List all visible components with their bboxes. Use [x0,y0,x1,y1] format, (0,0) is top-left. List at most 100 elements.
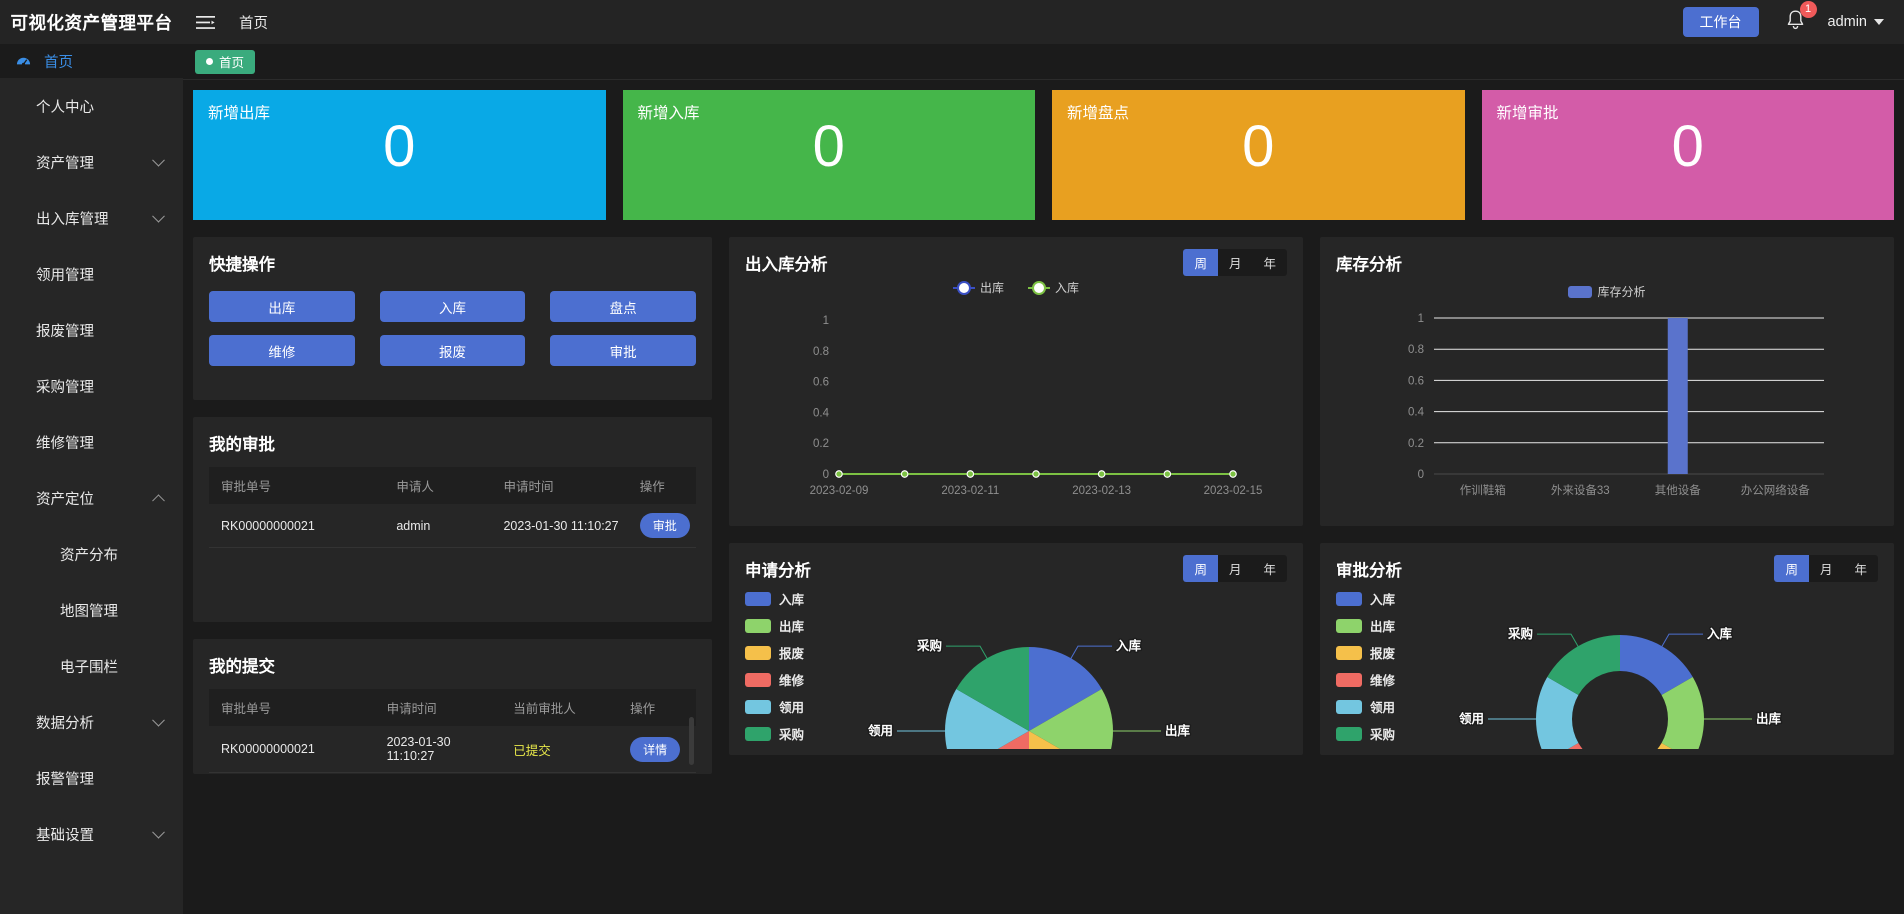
quick-action-stocktake[interactable]: 盘点 [550,291,696,322]
range-week[interactable]: 周 [1774,555,1809,582]
sidebar-item-label: 首页 [44,54,73,71]
stat-cards: 新增出库 0 新增入库 0 新增盘点 0 新增审批 0 [193,90,1894,220]
range-week[interactable]: 周 [1183,249,1218,276]
legend-label: 入库 [779,593,805,607]
col-apply-time: 申请时间 [491,467,628,504]
sidebar-item-alarm-management[interactable]: 报警管理 [0,750,183,806]
dashboard-scroll-area[interactable]: 新增出库 0 新增入库 0 新增盘点 0 新增审批 0 快捷操作 出库 入库 盘… [183,80,1904,914]
legend-item[interactable]: 入库 [1336,589,1395,608]
quick-action-scrap[interactable]: 报废 [379,335,526,366]
my-submissions-table: 审批单号 申请时间 当前审批人 操作 RK00000000021 2023-01… [209,689,696,774]
legend-item[interactable]: 入库 [1028,279,1079,296]
quick-action-approve[interactable]: 审批 [550,335,696,366]
range-month[interactable]: 月 [1218,249,1253,276]
col-applicant: 申请人 [384,467,492,504]
legend-swatch [1336,672,1362,687]
legend-item[interactable]: 采购 [1336,724,1395,743]
table-row[interactable]: RK00000000021 admin 2023-01-30 11:10:27 … [209,504,696,548]
table-scrollbar[interactable] [689,717,694,765]
legend-label: 领用 [1370,701,1396,715]
legend-item[interactable]: 入库 [745,589,804,608]
legend-item[interactable]: 维修 [1336,670,1395,689]
sidebar-item-asset-distribution[interactable]: 资产分布 [0,526,183,582]
chart-legend: 出库 入库 [745,279,1287,296]
quick-action-outbound[interactable]: 出库 [209,291,355,322]
tab-home[interactable]: 首页 [195,49,256,74]
legend-swatch [745,645,771,660]
user-menu[interactable]: admin [1827,14,1884,30]
sidebar-item-asset-management[interactable]: 资产管理 [0,134,183,190]
range-year[interactable]: 年 [1843,555,1878,582]
legend-marker-outbound [952,286,975,289]
legend-item[interactable]: 领用 [1336,697,1395,716]
range-toggle: 周 月 年 [1183,555,1287,582]
table-row[interactable]: RK00000000020 待提交 详情 [209,772,696,774]
user-name: admin [1827,14,1868,30]
legend-swatch [745,618,771,633]
legend-item[interactable]: 领用 [745,697,804,716]
sidebar-item-scrap-management[interactable]: 报废管理 [0,302,183,358]
sidebar-item-home[interactable]: 首页 [0,44,183,78]
legend-label: 报废 [779,647,805,661]
approve-button[interactable]: 审批 [639,513,690,538]
sidebar-item-geofence[interactable]: 电子围栏 [0,638,183,694]
sidebar-item-label: 资产管理 [36,155,94,172]
stat-card-inbound[interactable]: 新增入库 0 [622,90,1035,220]
range-year[interactable]: 年 [1252,249,1287,276]
workbench-button[interactable]: 工作台 [1682,7,1759,37]
legend-item[interactable]: 出库 [745,616,804,635]
range-month[interactable]: 月 [1218,555,1253,582]
legend-swatch [1336,618,1362,633]
svg-text:外来设备33: 外来设备33 [1551,483,1610,497]
sidebar-item-inout-management[interactable]: 出入库管理 [0,190,183,246]
sidebar-item-map-management[interactable]: 地图管理 [0,582,183,638]
sidebar-item-asset-location[interactable]: 资产定位 [0,470,183,526]
stat-card-approval[interactable]: 新增审批 0 [1481,90,1894,220]
dashboard-icon [16,54,31,69]
svg-text:0.2: 0.2 [1408,438,1424,450]
legend-item[interactable]: 维修 [745,670,804,689]
legend-swatch [1336,591,1362,606]
legend-item[interactable]: 出库 [1336,616,1395,635]
sidebar-item-personal-center[interactable]: 个人中心 [0,78,183,134]
legend-item[interactable]: 报废 [1336,643,1395,662]
legend-item[interactable]: 采购 [745,724,804,743]
stat-card-outbound[interactable]: 新增出库 0 [193,90,606,220]
legend-item[interactable]: 库存分析 [1568,283,1646,300]
detail-button[interactable]: 详情 [630,736,681,762]
svg-text:2023-02-15: 2023-02-15 [1204,485,1263,497]
stat-card-stocktake[interactable]: 新增盘点 0 [1052,90,1465,220]
sidebar-item-data-analysis[interactable]: 数据分析 [0,694,183,750]
stat-value: 0 [1242,114,1275,179]
hamburger-icon[interactable] [183,0,227,44]
svg-text:1: 1 [1418,313,1424,325]
body-row: 首页 个人中心 资产管理 出入库管理 领用管理 报废管理 采购管理 维修管理 资… [0,44,1904,914]
legend-item[interactable]: 出库 [952,279,1004,296]
range-week[interactable]: 周 [1183,555,1218,582]
notification-bell[interactable]: 1 [1785,1,1817,37]
sidebar-item-repair-management[interactable]: 维修管理 [0,414,183,470]
sidebar-item-label: 资产定位 [36,491,94,508]
sidebar-item-label: 数据分析 [36,715,94,732]
sidebar-item-label: 采购管理 [36,379,94,396]
sidebar-item-requisition-management[interactable]: 领用管理 [0,246,183,302]
sidebar[interactable]: 首页 个人中心 资产管理 出入库管理 领用管理 报废管理 采购管理 维修管理 资… [0,44,183,914]
tab-bar: 首页 [183,44,1904,80]
topnav-home-link[interactable]: 首页 [227,12,280,33]
range-month[interactable]: 月 [1809,555,1844,582]
sidebar-item-purchase-management[interactable]: 采购管理 [0,358,183,414]
sidebar-item-basic-settings[interactable]: 基础设置 [0,806,183,862]
svg-text:2023-02-09: 2023-02-09 [810,485,869,497]
svg-text:0.8: 0.8 [813,346,829,358]
range-year[interactable]: 年 [1252,555,1287,582]
legend-item[interactable]: 报废 [745,643,804,662]
stat-value: 0 [383,114,416,179]
apply-pie-chart: 入库出库 领用 采购 [866,637,1192,749]
apply-analysis-panel: 申请分析 周 月 年 入库 出库 报废 维修 领用 采购 入库 出库 领用 采购 [729,543,1303,755]
quick-action-inbound[interactable]: 入库 [379,291,526,322]
table-row[interactable]: RK00000000021 2023-01-30 11:10:27 已提交 详情 [209,726,696,773]
range-toggle: 周 月 年 [1774,555,1878,582]
stat-value: 0 [1671,114,1704,179]
legend-label: 报废 [1370,647,1396,661]
quick-action-repair[interactable]: 维修 [209,335,355,366]
